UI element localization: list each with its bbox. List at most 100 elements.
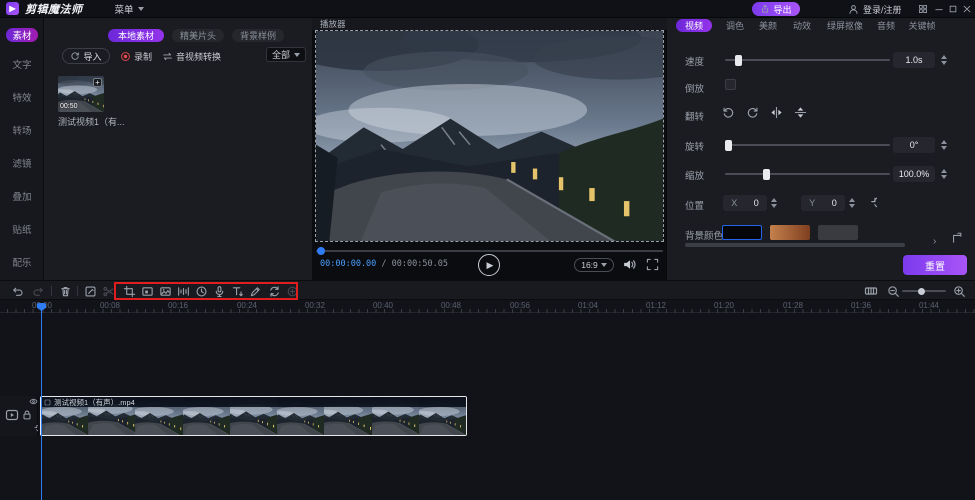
filmstrip-icon	[864, 284, 878, 298]
speed-slider[interactable]	[725, 59, 890, 61]
properties-hscrollbar[interactable]	[685, 243, 905, 247]
track-lock-icon[interactable]	[21, 409, 33, 421]
speed-slider-thumb[interactable]	[735, 55, 742, 66]
app-logo-icon: ▶	[6, 2, 19, 15]
tab-video[interactable]: 视频	[676, 19, 712, 32]
sidebar-item-filter[interactable]: 滤镜	[0, 156, 44, 170]
rotate-cw-icon	[746, 106, 759, 119]
scale-stepper[interactable]	[939, 166, 948, 182]
tab-intro-presets[interactable]: 精美片头	[172, 29, 224, 42]
rotate-ccw-button[interactable]	[720, 104, 736, 120]
timeline-ruler[interactable]: 00:00 00:08 00:16 00:24 00:32 00:40 00:4…	[0, 300, 975, 313]
sidebar-item-overlay[interactable]: 叠加	[0, 189, 44, 203]
menu-button[interactable]: 菜单	[109, 0, 150, 18]
bg-color-swatch-black-selected[interactable]	[722, 225, 762, 240]
playhead-line[interactable]	[41, 303, 42, 500]
aspect-ratio-dropdown[interactable]: 16:9	[574, 258, 614, 272]
zoom-out-button[interactable]	[886, 284, 900, 298]
position-reset-button[interactable]	[863, 196, 877, 210]
video-preview[interactable]	[316, 31, 663, 241]
sidebar-item-transition[interactable]: 转场	[0, 123, 44, 137]
fullscreen-button[interactable]	[646, 258, 659, 271]
delete-button[interactable]	[58, 284, 72, 298]
player-title: 播放器	[320, 18, 346, 30]
scale-slider-thumb[interactable]	[763, 169, 770, 180]
minimize-button[interactable]	[932, 2, 946, 16]
sidebar-item-text[interactable]: 文字	[0, 57, 44, 71]
edit-button[interactable]	[83, 284, 97, 298]
position-y-input[interactable]: Y 0	[801, 195, 845, 211]
flip-label: 翻转	[685, 109, 704, 123]
sidebar-item-sticker[interactable]: 贴纸	[0, 222, 44, 236]
toolbar-separator	[51, 286, 52, 296]
tab-local-media[interactable]: 本地素材	[108, 29, 164, 42]
reverse-checkbox[interactable]	[725, 79, 736, 90]
y-value: 0	[832, 198, 837, 208]
position-x-stepper[interactable]	[769, 195, 778, 211]
rotate-stepper[interactable]	[939, 137, 948, 153]
video-track-icon	[5, 408, 19, 422]
filter-all-dropdown[interactable]: 全部	[266, 47, 306, 62]
rotate-value[interactable]: 0°	[893, 137, 935, 153]
position-x-input[interactable]: X 0	[723, 195, 767, 211]
scale-value[interactable]: 100.0%	[893, 166, 935, 182]
track-loop-icon[interactable]	[29, 424, 38, 433]
sidebar-item-media[interactable]: 素材	[6, 28, 38, 42]
tab-bg-samples[interactable]: 背景样例	[232, 29, 284, 42]
redo-icon	[32, 285, 45, 298]
speed-stepper[interactable]	[939, 52, 948, 68]
seek-bar[interactable]	[316, 250, 663, 252]
add-to-timeline-button[interactable]: +	[93, 78, 102, 87]
close-button[interactable]	[960, 2, 974, 16]
play-button[interactable]: ▶	[478, 254, 500, 276]
sidebar-item-music[interactable]: 配乐	[0, 255, 44, 269]
chevron-down-icon	[138, 7, 144, 11]
timeline-video-clip[interactable]: 测试视频1（有声）.mp4	[40, 396, 467, 436]
fit-timeline-button[interactable]	[864, 284, 878, 298]
maximize-button[interactable]	[946, 2, 960, 16]
rotate-slider-thumb[interactable]	[725, 140, 732, 151]
tab-beauty[interactable]: 美颜	[755, 19, 781, 32]
timeline-zoom-slider[interactable]	[902, 290, 946, 292]
scroll-more-arrow[interactable]: ›	[933, 236, 936, 247]
tab-keyframe[interactable]: 关键帧	[905, 19, 939, 32]
scale-slider[interactable]	[725, 173, 890, 175]
seek-handle[interactable]	[317, 247, 325, 255]
play-icon: ▶	[487, 260, 494, 271]
media-item-name[interactable]: 测试视频1（有...	[58, 115, 125, 128]
media-item-thumbnail[interactable]: 00:50 +	[58, 76, 104, 112]
volume-button[interactable]	[622, 257, 637, 272]
bg-color-swatch-orange[interactable]	[770, 225, 810, 240]
import-button[interactable]: 导入	[62, 48, 110, 64]
split-button[interactable]	[101, 284, 115, 298]
timeline-zoom-handle[interactable]	[918, 288, 925, 295]
bg-color-swatch-gray[interactable]	[818, 225, 858, 240]
record-label: 录制	[134, 50, 152, 63]
flip-horizontal-button[interactable]	[768, 104, 784, 120]
flip-vertical-button[interactable]	[792, 104, 808, 120]
tab-chromakey[interactable]: 绿屏抠像	[823, 19, 867, 32]
zoom-in-button[interactable]	[952, 284, 966, 298]
sidebar-item-effects[interactable]: 特效	[0, 90, 44, 104]
redo-button[interactable]	[31, 284, 45, 298]
export-button[interactable]: 导出	[752, 2, 800, 16]
record-button[interactable]: 录制	[120, 50, 152, 63]
login-register[interactable]: 登录/注册	[848, 3, 902, 16]
reset-button[interactable]: 重置	[903, 255, 967, 275]
player-panel: 播放器 00:00:00.00 / 00:00:50.05 ▶ 16:9	[312, 18, 667, 280]
chevron-down-icon	[601, 263, 607, 267]
av-convert-button[interactable]: 音视频转换	[162, 50, 221, 63]
rotate-cw-button[interactable]	[744, 104, 760, 120]
speed-value[interactable]: 1.0s	[893, 52, 935, 68]
expand-corner-icon[interactable]	[951, 232, 963, 244]
undo-button[interactable]	[10, 284, 24, 298]
tab-motion[interactable]: 动效	[789, 19, 815, 32]
track-visibility-eye-icon[interactable]	[29, 397, 38, 406]
rotate-slider[interactable]	[725, 144, 890, 146]
ruler-ticks	[0, 309, 975, 313]
apps-grid-icon[interactable]	[916, 2, 930, 16]
tab-audio[interactable]: 音频	[873, 19, 899, 32]
tab-color[interactable]: 调色	[722, 19, 748, 32]
position-y-stepper[interactable]	[847, 195, 856, 211]
bg-color-label: 背景颜色	[685, 228, 723, 242]
